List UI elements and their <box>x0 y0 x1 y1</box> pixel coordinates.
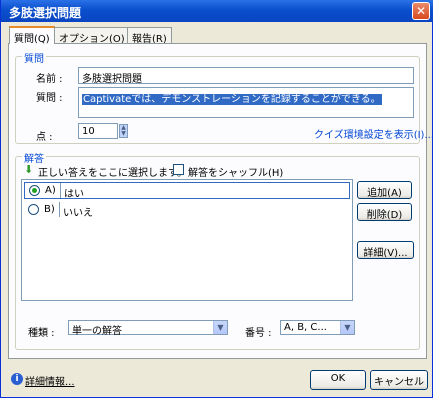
tab-options[interactable]: オプション(O) <box>54 27 130 45</box>
close-icon: ✕ <box>415 4 427 18</box>
more-info-link[interactable]: 詳細情報... <box>25 373 75 388</box>
quiz-settings-link[interactable]: クイズ環境設定を表示(I)... <box>314 126 433 141</box>
type-select[interactable]: 単一の解答 ▼ <box>68 320 228 337</box>
question-group-title: 質問 <box>22 50 46 65</box>
numbering-select[interactable]: A, B, C... ▼ <box>280 320 355 335</box>
question-group: 質問 名前 : 多肢選択問題 質問 : Captivateでは、デモンストレーシ… <box>15 50 433 144</box>
points-stepper[interactable]: ▲ ▼ <box>119 124 128 138</box>
cancel-button[interactable]: キャンセル <box>370 370 428 390</box>
answer-radio[interactable] <box>29 185 40 196</box>
question-field[interactable]: Captivateでは、デモンストレーションを記録することができる。 <box>78 87 414 118</box>
question-label: 質問 : <box>36 93 63 104</box>
close-button[interactable]: ✕ <box>412 2 430 20</box>
name-label: 名前 : <box>36 74 63 85</box>
type-select-value: 単一の解答 <box>72 326 122 337</box>
green-arrow-icon: ⬇ <box>24 163 34 176</box>
numbering-label: 番号 : <box>245 328 272 339</box>
points-field[interactable]: 10 <box>78 123 118 139</box>
shuffle-checkbox[interactable] <box>173 164 184 175</box>
spin-down-icon[interactable]: ▼ <box>120 131 127 137</box>
info-icon: i <box>11 373 23 385</box>
chevron-down-icon[interactable]: ▼ <box>340 321 354 334</box>
type-label: 種類 : <box>28 328 55 339</box>
answer-list: A) はい B) いいえ <box>21 179 353 301</box>
title-bar: 多肢選択問題 ✕ <box>1 0 433 22</box>
tab-report[interactable]: 報告(R) <box>127 27 172 45</box>
name-field[interactable]: 多肢選択問題 <box>78 67 414 84</box>
add-answer-button[interactable]: 追加(A) <box>357 181 412 199</box>
answer-radio[interactable] <box>28 204 39 215</box>
detail-button[interactable]: 詳細(V)... <box>357 241 414 259</box>
answer-text-field[interactable]: はい <box>60 183 349 200</box>
answer-text-field[interactable]: いいえ <box>59 202 350 219</box>
question-text: Captivateでは、デモンストレーションを記録することができる。 <box>82 94 382 105</box>
ok-button[interactable]: OK <box>310 370 366 390</box>
answer-row[interactable]: A) はい <box>24 182 350 200</box>
tab-question[interactable]: 質問(Q) <box>9 26 55 45</box>
chevron-down-icon[interactable]: ▼ <box>213 321 227 334</box>
window-title: 多肢選択問題 <box>9 6 82 20</box>
answer-row[interactable]: B) いいえ <box>24 202 350 219</box>
delete-answer-button[interactable]: 削除(D) <box>357 203 412 221</box>
tab-panel: 質問 名前 : 多肢選択問題 質問 : Captivateでは、デモンストレーシ… <box>8 43 433 359</box>
numbering-select-value: A, B, C... <box>284 322 327 333</box>
answer-instruction: 正しい答えをここに選択します。 <box>38 168 187 179</box>
shuffle-label[interactable]: 解答をシャッフル(H) <box>188 164 283 179</box>
answer-letter: B) <box>44 204 55 215</box>
points-label: 点 : <box>36 132 53 143</box>
answer-letter: A) <box>45 185 56 196</box>
dialog-window: 多肢選択問題 ✕ 質問(Q) オプション(O) 報告(R) 質問 名前 : 多肢… <box>0 0 433 398</box>
